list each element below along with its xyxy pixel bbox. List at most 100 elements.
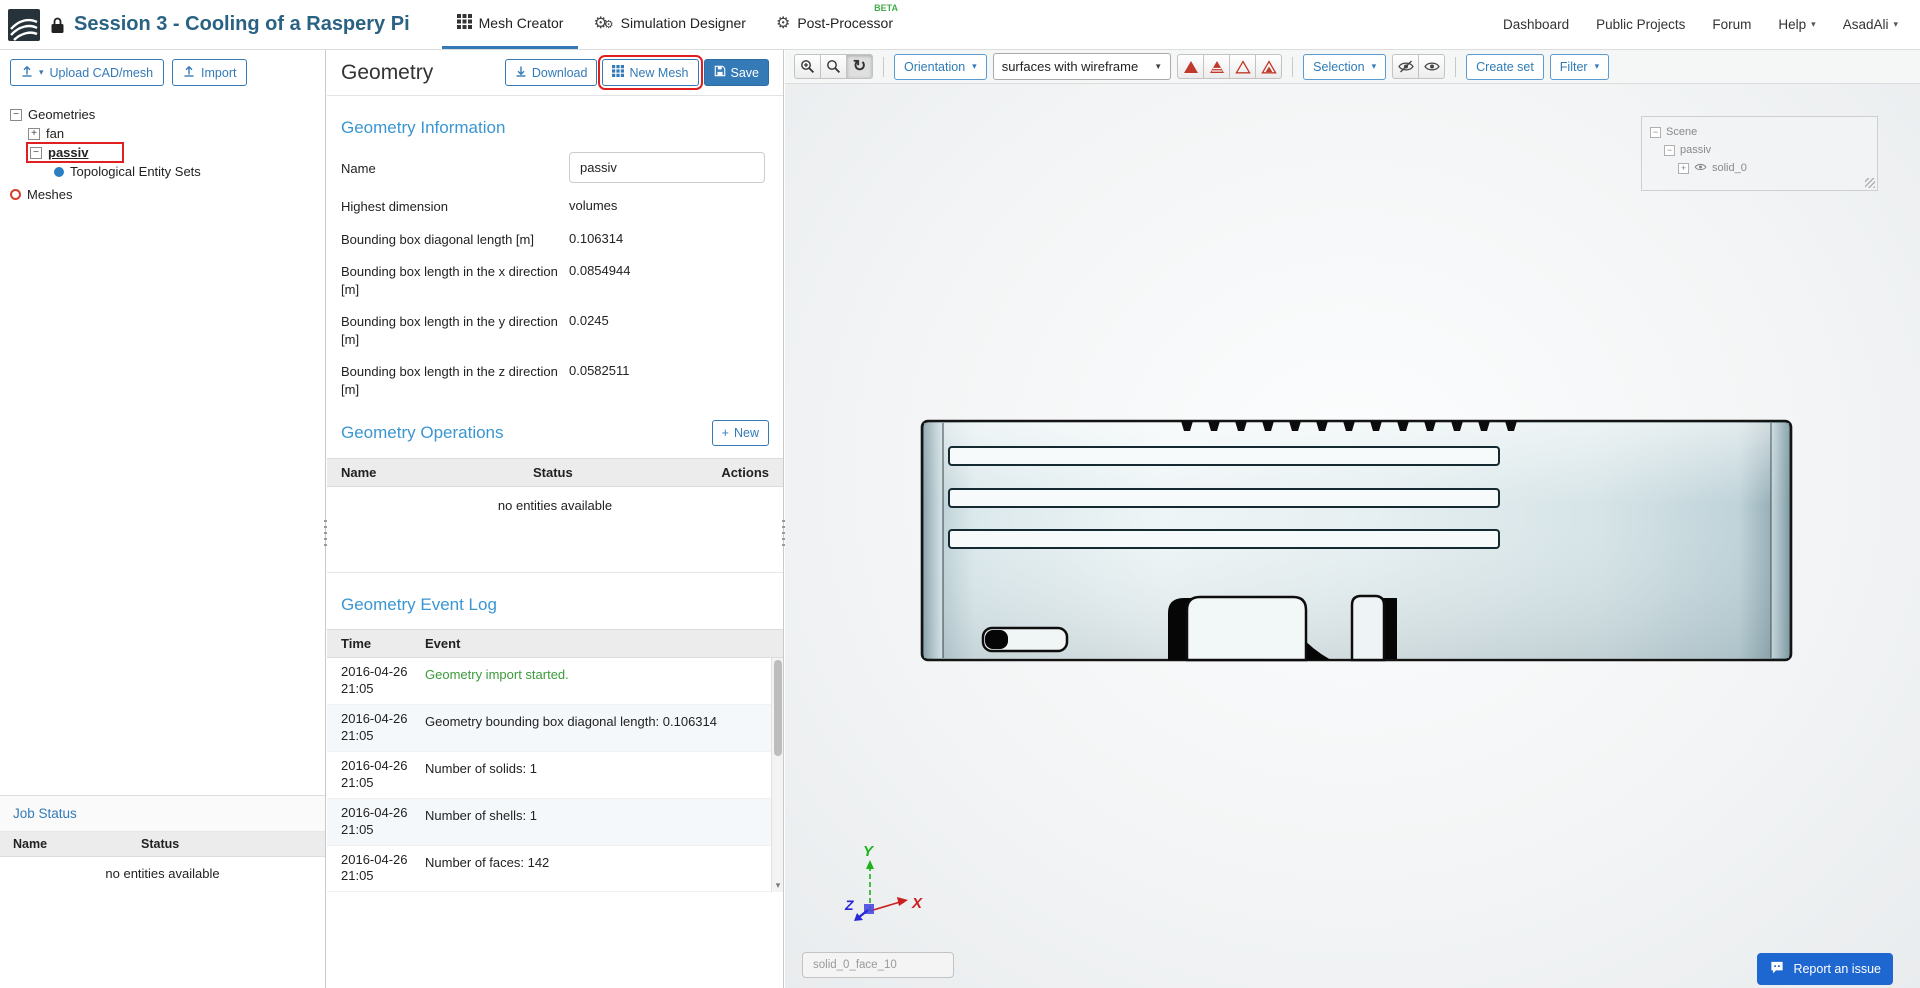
download-button[interactable]: Download: [505, 59, 598, 86]
collapse-icon[interactable]: −: [1664, 145, 1675, 156]
axis-triad: Y X Z: [844, 843, 923, 921]
display-mode-value: surfaces with wireframe: [1002, 59, 1139, 74]
selection-dropdown[interactable]: Selection ▾: [1303, 54, 1386, 80]
expand-icon[interactable]: +: [1678, 163, 1689, 174]
axis-y-label: Y: [863, 843, 875, 860]
event-time: 2016-04-26 21:05: [341, 852, 421, 886]
tree-item-passiv[interactable]: − passiv: [0, 143, 325, 162]
toolbar-separator: [1455, 57, 1456, 77]
zoom-window-icon[interactable]: [820, 54, 847, 79]
scrollbar-thumb[interactable]: [774, 660, 782, 756]
event-text: Number of solids: 1: [421, 758, 767, 792]
topbar: Session 3 - Cooling of a Raspery Pi Mesh…: [0, 0, 1920, 50]
tab-mesh-creator[interactable]: Mesh Creator: [442, 0, 579, 49]
visibility-eye-icon[interactable]: [1694, 162, 1707, 175]
job-status-panel: Job Status Name Status no entities avail…: [0, 795, 325, 890]
event-log-row: 2016-04-26 21:05 Geometry bounding box d…: [327, 705, 771, 752]
tree-item-geometries[interactable]: − Geometries: [0, 105, 325, 124]
nav-dashboard[interactable]: Dashboard: [1503, 17, 1569, 32]
save-button[interactable]: Save: [704, 59, 770, 86]
create-set-button[interactable]: Create set: [1466, 54, 1544, 80]
geometry-information-heading: Geometry Information: [341, 118, 769, 138]
geometry-panel: Geometry Download New Mesh: [327, 50, 784, 988]
filter-dropdown[interactable]: Filter ▾: [1550, 54, 1609, 80]
field-label: Bounding box diagonal length [m]: [341, 229, 569, 249]
field-label: Bounding box length in the y direction […: [341, 311, 569, 348]
scrollbar[interactable]: ▾: [771, 658, 783, 892]
job-status-empty: no entities available: [0, 857, 325, 890]
scene-tree-item-scene[interactable]: − Scene: [1650, 123, 1869, 141]
column-name: Name: [13, 837, 141, 851]
nav-help-menu[interactable]: Help ▾: [1778, 17, 1815, 32]
plus-icon: +: [722, 426, 729, 440]
event-log-row: 2016-04-26 21:05 Geometry import started…: [327, 658, 771, 705]
chevron-down-icon: ▾: [39, 67, 44, 78]
mesh-quality-striped-icon[interactable]: [1203, 54, 1230, 79]
scene-tree-item-passiv[interactable]: − passiv: [1650, 141, 1869, 159]
chat-bubble-icon: [1769, 960, 1785, 978]
mesh-quality-solid-icon[interactable]: [1177, 54, 1204, 79]
column-name: Name: [341, 465, 482, 480]
collapse-icon[interactable]: −: [1650, 127, 1661, 138]
nav-forum[interactable]: Forum: [1712, 17, 1751, 32]
tab-label: Post-Processor: [797, 15, 893, 31]
field-label: Bounding box length in the z direction […: [341, 361, 569, 398]
app-logo-icon[interactable]: [8, 9, 40, 41]
zoom-in-icon[interactable]: [794, 54, 821, 79]
new-operation-button[interactable]: + New: [712, 420, 769, 446]
field-label: Bounding box length in the x direction […: [341, 261, 569, 298]
event-text: Geometry bounding box diagonal length: 0…: [421, 711, 767, 745]
entity-set-icon: [54, 167, 64, 177]
tab-post-processor[interactable]: BETA ⚙ Post-Processor: [761, 0, 908, 49]
page-title: Session 3 - Cooling of a Raspery Pi: [74, 13, 410, 36]
refresh-icon[interactable]: ↻: [846, 54, 873, 79]
mesh-quality-outline-icon[interactable]: [1229, 54, 1256, 79]
collapse-icon[interactable]: −: [10, 109, 22, 121]
tree-item-meshes[interactable]: Meshes: [0, 185, 325, 204]
panel-resize-handle[interactable]: [781, 520, 786, 550]
scene-tree-item-solid-0[interactable]: + solid_0: [1650, 159, 1869, 177]
expand-icon[interactable]: +: [28, 128, 40, 140]
viewer-3d[interactable]: ↻ Orientation ▾ surfaces with wireframe …: [785, 50, 1920, 988]
collapse-icon[interactable]: −: [30, 147, 42, 159]
nav-public-projects[interactable]: Public Projects: [1596, 17, 1685, 32]
gears-icon: ⚙⚙: [593, 15, 613, 32]
field-value: volumes: [569, 196, 617, 213]
tree-item-fan[interactable]: + fan: [0, 124, 325, 143]
display-mode-select[interactable]: surfaces with wireframe ▼: [993, 53, 1171, 80]
column-event: Event: [421, 636, 775, 651]
panel-resize-handle[interactable]: [323, 520, 328, 550]
column-time: Time: [341, 636, 421, 651]
event-time: 2016-04-26 21:05: [341, 805, 421, 839]
new-mesh-button[interactable]: New Mesh: [602, 59, 698, 86]
show-eye-icon[interactable]: [1418, 54, 1445, 79]
upload-icon: [183, 65, 195, 80]
info-row-x-length: Bounding box length in the x direction […: [341, 261, 769, 298]
import-button[interactable]: Import: [172, 59, 247, 86]
scroll-down-icon[interactable]: ▾: [772, 880, 783, 891]
import-label: Import: [201, 66, 236, 80]
info-row-z-length: Bounding box length in the z direction […: [341, 361, 769, 398]
upload-cad-label: Upload CAD/mesh: [50, 66, 154, 80]
tree-label-fan: fan: [46, 126, 64, 141]
tree-item-topological-entity-sets[interactable]: Topological Entity Sets: [0, 162, 325, 181]
tab-simulation-designer[interactable]: ⚙⚙ Simulation Designer: [578, 0, 761, 49]
mesh-quality-inner-icon[interactable]: [1255, 54, 1282, 79]
chevron-down-icon: ▾: [972, 61, 977, 72]
nav-user-menu[interactable]: AsadAli ▾: [1843, 17, 1898, 32]
annotation-box-passiv: − passiv: [28, 144, 122, 161]
viewer-toolbar: ↻ Orientation ▾ surfaces with wireframe …: [785, 50, 1920, 84]
gear-icon: ⚙: [776, 15, 790, 32]
info-row-highest-dimension: Highest dimension volumes: [341, 196, 769, 216]
report-issue-button[interactable]: Report an issue: [1757, 953, 1893, 985]
hide-eye-icon[interactable]: [1392, 54, 1419, 79]
selection-label: Selection: [1313, 60, 1364, 74]
orientation-dropdown[interactable]: Orientation ▾: [894, 54, 987, 80]
tree-label-geometries: Geometries: [28, 107, 95, 122]
name-input[interactable]: [569, 152, 765, 183]
save-label: Save: [731, 66, 760, 80]
operations-table: Name Status Actions no entities availabl…: [327, 458, 783, 573]
operations-empty: no entities available: [327, 487, 783, 513]
tree-label-passiv: passiv: [48, 145, 88, 160]
upload-cad-button[interactable]: ▾ Upload CAD/mesh: [10, 59, 164, 86]
